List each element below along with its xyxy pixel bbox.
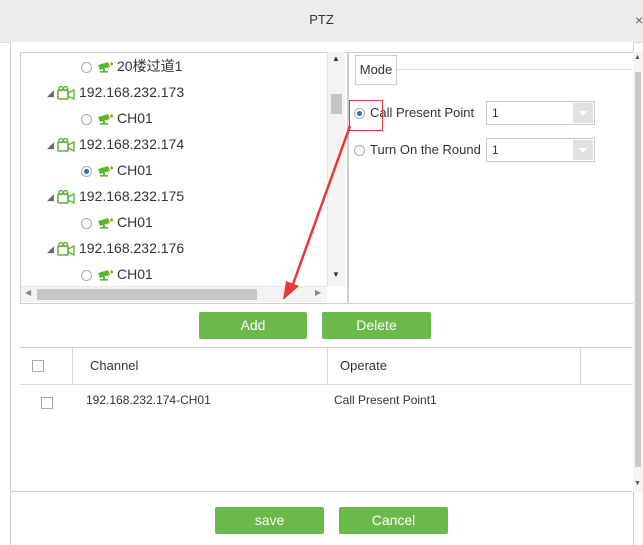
- annotation-arrowhead: [283, 281, 299, 300]
- annotation-arrow-line: [290, 125, 352, 288]
- annotation-arrow: [283, 125, 352, 300]
